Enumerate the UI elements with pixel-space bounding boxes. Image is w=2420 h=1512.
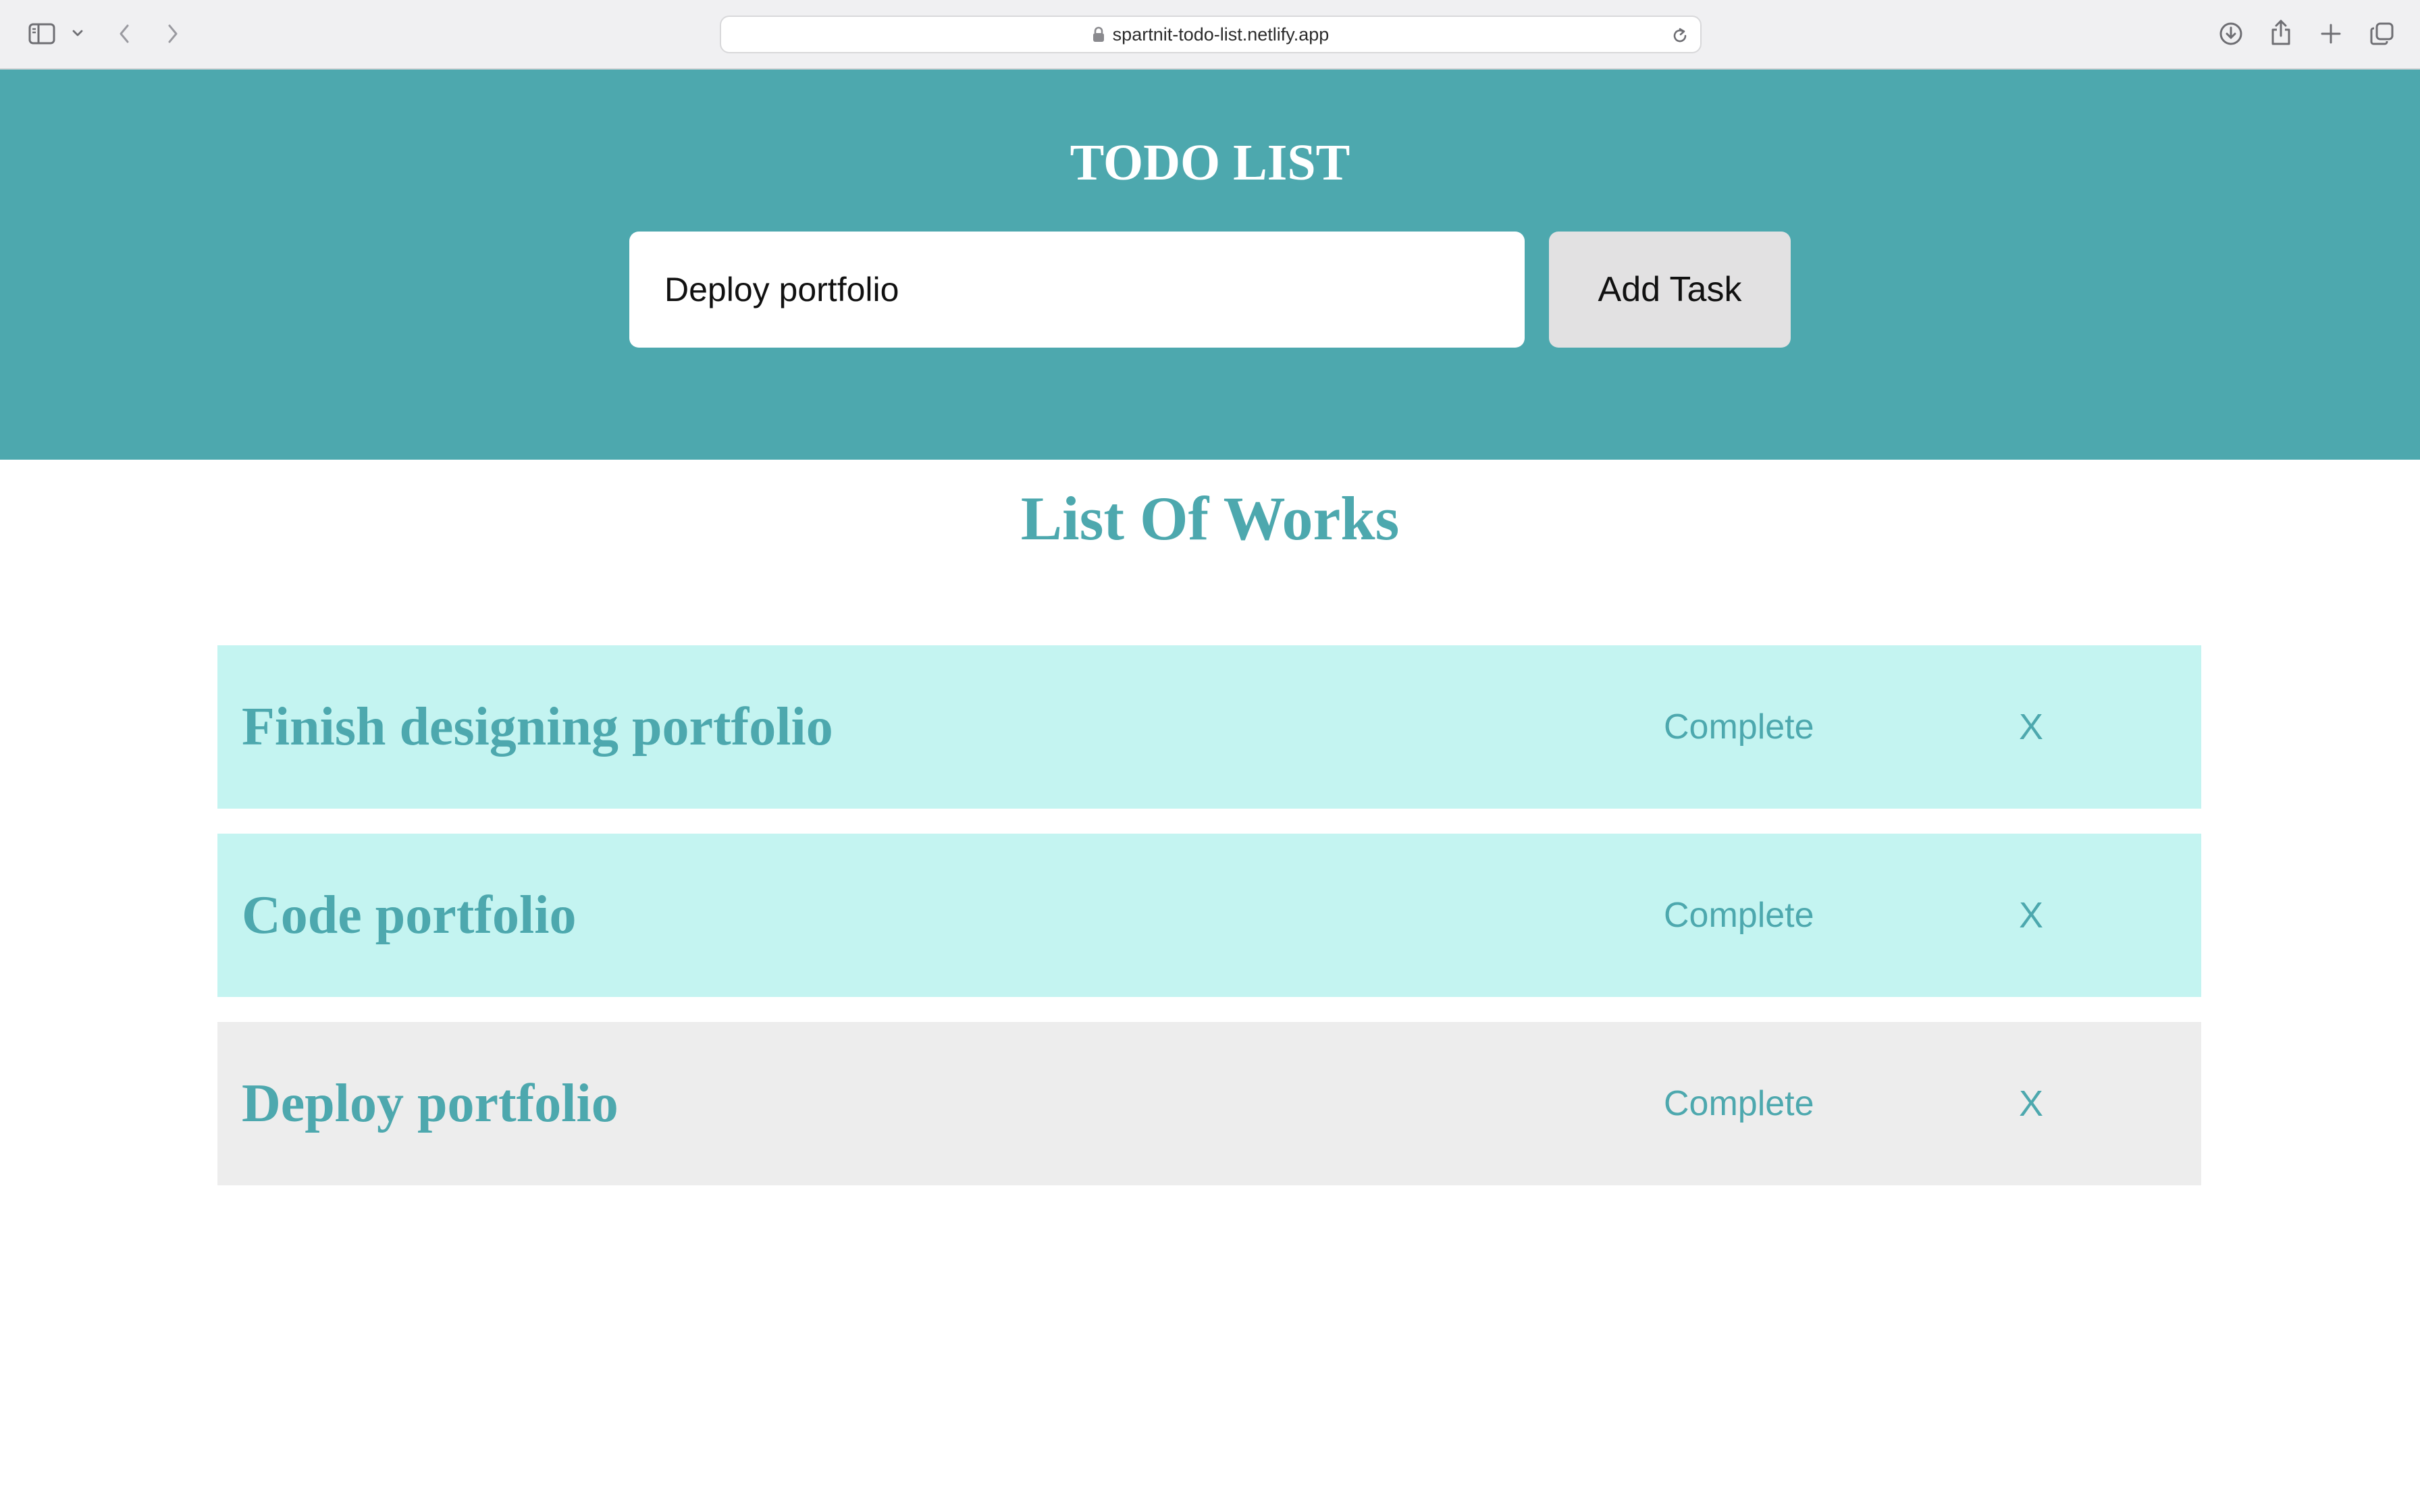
reload-icon[interactable]	[1669, 25, 1691, 47]
task-row: Deploy portfolio Complete X	[217, 1022, 2201, 1185]
share-icon[interactable]	[2267, 18, 2294, 47]
plus-icon[interactable]	[2317, 20, 2344, 47]
complete-button[interactable]: Complete	[1664, 834, 1814, 997]
task-list: Finish designing portfolio Complete X Co…	[217, 645, 2201, 1210]
task-name: Deploy portfolio	[242, 1073, 619, 1133]
list-title: List Of Works	[1020, 484, 1400, 553]
delete-button[interactable]: X	[2019, 1022, 2043, 1185]
url-text[interactable]: spartnit-todo-list.netlify.app	[1113, 24, 1330, 45]
lock-icon	[1093, 26, 1105, 43]
delete-button[interactable]: X	[2019, 834, 2043, 997]
task-row: Finish designing portfolio Complete X	[217, 645, 2201, 809]
delete-button[interactable]: X	[2019, 645, 2043, 809]
task-input[interactable]	[629, 232, 1525, 348]
add-task-button[interactable]: Add Task	[1549, 232, 1791, 348]
chevron-down-icon[interactable]	[68, 23, 88, 43]
forward-icon[interactable]	[159, 19, 186, 49]
app-header: TODO LIST Add Task	[0, 70, 2420, 460]
task-name: Code portfolio	[242, 885, 577, 945]
back-icon[interactable]	[111, 19, 138, 49]
tabs-icon[interactable]	[2369, 20, 2396, 47]
page-title: TODO LIST	[1070, 134, 1350, 191]
complete-button[interactable]: Complete	[1664, 645, 1814, 809]
address-bar[interactable]: spartnit-todo-list.netlify.app	[720, 16, 1702, 53]
complete-button[interactable]: Complete	[1664, 1022, 1814, 1185]
download-icon[interactable]	[2217, 20, 2244, 47]
task-name: Finish designing portfolio	[242, 697, 833, 757]
task-row: Code portfolio Complete X	[217, 834, 2201, 997]
sidebar-icon[interactable]	[26, 20, 58, 47]
browser-toolbar: spartnit-todo-list.netlify.app	[0, 0, 2420, 70]
